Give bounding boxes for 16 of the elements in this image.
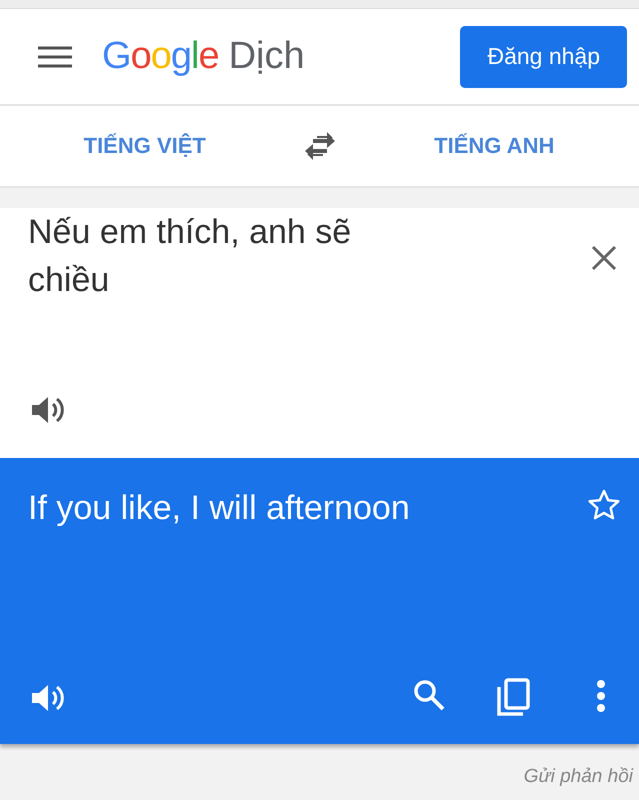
menu-icon[interactable] [38,46,72,68]
source-language-button[interactable]: TIẾNG VIỆT [78,132,212,160]
feedback-link[interactable]: Gửi phản hồi [524,766,633,787]
speaker-icon[interactable] [30,682,66,714]
target-language-button[interactable]: TIẾNG ANH [428,132,560,160]
more-icon[interactable] [596,680,606,712]
star-icon[interactable] [587,488,621,522]
search-icon[interactable] [413,679,445,711]
close-icon[interactable] [591,245,617,271]
sign-in-button[interactable]: Đăng nhập [460,26,627,88]
swap-icon[interactable] [302,132,336,160]
logo-text: Google [102,35,219,78]
copy-icon[interactable] [496,678,530,716]
product-name: Dịch [228,35,305,78]
translation-text: If you like, I will afternoon [28,489,411,528]
speaker-icon[interactable] [30,394,66,426]
